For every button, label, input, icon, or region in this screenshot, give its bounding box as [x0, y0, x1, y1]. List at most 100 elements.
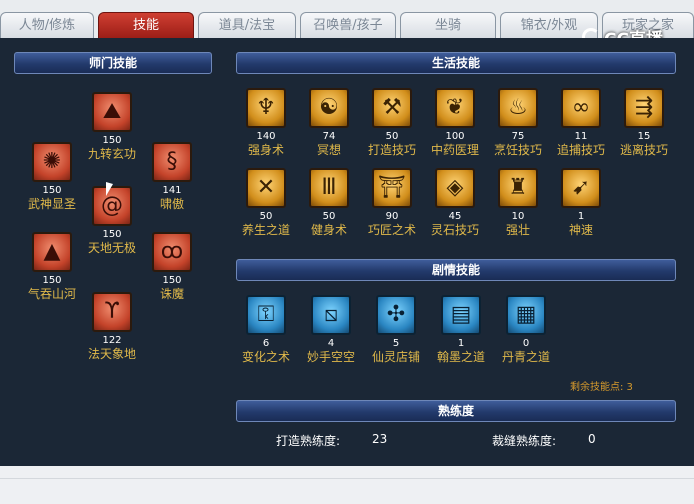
skill-name: 养生之道 [241, 223, 290, 237]
life-skill[interactable]: ⇶ 15 逃离技巧 [614, 88, 674, 158]
skill-level: 150 [102, 135, 122, 146]
pagoda-icon[interactable]: ⛰ [92, 92, 132, 132]
story-skill[interactable]: ⚿ 6 变化之术 [236, 295, 296, 365]
skill-name: 仙灵店铺 [371, 350, 420, 364]
gem-icon[interactable]: ◈ [435, 168, 475, 208]
skill-level: 50 [385, 131, 399, 142]
skill-name: 灵石技巧 [430, 223, 479, 237]
speed-icon[interactable]: ➹ [561, 168, 601, 208]
master-skill[interactable]: ϒ 122 法天象地 [82, 292, 142, 362]
tab-character[interactable]: 人物/修炼 [0, 12, 94, 38]
skill-level: 50 [322, 211, 336, 222]
skill-level: 5 [392, 338, 400, 349]
cook-icon[interactable]: ♨ [498, 88, 538, 128]
chain-icon[interactable]: ∞ [561, 88, 601, 128]
escape-icon[interactable]: ⇶ [624, 88, 664, 128]
story-skill[interactable]: ✣ 5 仙灵店铺 [366, 295, 426, 365]
tab-items[interactable]: 道具/法宝 [198, 12, 296, 38]
life-skill[interactable]: ♨ 75 烹饪技巧 [488, 88, 548, 158]
skill-name: 健身术 [310, 223, 347, 237]
skill-name: 气吞山河 [27, 287, 76, 301]
divider [0, 478, 694, 479]
skill-level: 50 [259, 211, 273, 222]
shop-icon[interactable]: ✣ [376, 295, 416, 335]
sew-proficiency-label: 裁缝熟练度: [492, 434, 557, 448]
tab-skills[interactable]: 技能 [98, 12, 194, 38]
skill-level: 15 [637, 131, 651, 142]
master-skill[interactable]: ⛰ 150 九转玄功 [82, 92, 142, 162]
totem-icon[interactable]: ϒ [92, 292, 132, 332]
skill-name: 变化之术 [241, 350, 290, 364]
skill-name: 烹饪技巧 [493, 143, 542, 157]
story-skills-header: 剧情技能 [236, 259, 676, 281]
story-skill[interactable]: ⧅ 4 妙手空空 [301, 295, 361, 365]
life-skill[interactable]: ♆ 140 强身术 [236, 88, 296, 158]
master-skill[interactable]: ꝏ 150 诛魔 [142, 232, 202, 302]
skill-level: 1 [457, 338, 465, 349]
skill-name: 妙手空空 [306, 350, 355, 364]
tab-summons[interactable]: 召唤兽/孩子 [300, 12, 396, 38]
forge-proficiency-label: 打造熟练度: [276, 434, 341, 448]
skill-name: 追捕技巧 [556, 143, 605, 157]
skill-level: 10 [511, 211, 525, 222]
skill-level: 11 [574, 131, 588, 142]
steal-icon[interactable]: ⧅ [311, 295, 351, 335]
life-skill[interactable]: ⛩ 90 巧匠之术 [362, 168, 422, 238]
meditate-icon[interactable]: ☯ [309, 88, 349, 128]
painting-icon[interactable]: ▦ [506, 295, 546, 335]
skill-level: 45 [448, 211, 462, 222]
health-icon[interactable]: ✕ [246, 168, 286, 208]
mouse-pointer-icon [106, 182, 113, 198]
forge-icon[interactable]: ⚒ [372, 88, 412, 128]
skill-name: 武神显圣 [27, 197, 76, 211]
fitness-icon[interactable]: Ⅲ [309, 168, 349, 208]
skill-level: 150 [102, 229, 122, 240]
master-skills-header: 师门技能 [14, 52, 212, 74]
mountain-icon[interactable]: ▲ [32, 232, 72, 272]
skill-level: 4 [327, 338, 335, 349]
skill-level: 1 [577, 211, 585, 222]
master-skill[interactable]: ▲ 150 气吞山河 [22, 232, 82, 302]
skill-level: 150 [162, 275, 182, 286]
skill-name: 丹青之道 [501, 350, 550, 364]
skill-name: 强壮 [505, 223, 530, 237]
life-skill[interactable]: ☯ 74 冥想 [299, 88, 359, 158]
story-skill[interactable]: ▦ 0 丹青之道 [496, 295, 556, 365]
skill-name: 打造技巧 [367, 143, 416, 157]
skill-level: 140 [256, 131, 276, 142]
skill-name: 九转玄功 [87, 147, 136, 161]
skill-level: 150 [42, 275, 62, 286]
life-skill[interactable]: ∞ 11 追捕技巧 [551, 88, 611, 158]
life-skill[interactable]: ➹ 1 神速 [551, 168, 611, 238]
master-skill[interactable]: ✺ 150 武神显圣 [22, 142, 82, 212]
skill-name: 冥想 [316, 143, 341, 157]
skill-level: 75 [511, 131, 525, 142]
master-skill[interactable]: § 141 啸傲 [142, 142, 202, 212]
skill-name: 翰墨之道 [436, 350, 485, 364]
life-skill[interactable]: ⚒ 50 打造技巧 [362, 88, 422, 158]
skill-level: 122 [102, 335, 122, 346]
life-skill[interactable]: ❦ 100 中药医理 [425, 88, 485, 158]
life-skills-header: 生活技能 [236, 52, 676, 74]
skill-level: 150 [42, 185, 62, 196]
life-skill[interactable]: ◈ 45 灵石技巧 [425, 168, 485, 238]
transform-icon[interactable]: ⚿ [246, 295, 286, 335]
skill-name: 中药医理 [430, 143, 479, 157]
life-skill[interactable]: Ⅲ 50 健身术 [299, 168, 359, 238]
sun-warrior-icon[interactable]: ✺ [32, 142, 72, 182]
life-skill[interactable]: ♜ 10 强壮 [488, 168, 548, 238]
forge-proficiency-value: 23 [372, 432, 388, 446]
tab-mounts[interactable]: 坐骑 [400, 12, 496, 38]
story-skill[interactable]: ▤ 1 翰墨之道 [431, 295, 491, 365]
craft-icon[interactable]: ⛩ [372, 168, 412, 208]
skill-level: 6 [262, 338, 270, 349]
herb-icon[interactable]: ❦ [435, 88, 475, 128]
strong-icon[interactable]: ♜ [498, 168, 538, 208]
skill-level: 141 [162, 185, 182, 196]
ink-icon[interactable]: ▤ [441, 295, 481, 335]
dragon-icon[interactable]: § [152, 142, 192, 182]
life-skill[interactable]: ✕ 50 养生之道 [236, 168, 296, 238]
footer-area [0, 466, 694, 504]
muscle-icon[interactable]: ♆ [246, 88, 286, 128]
demon-icon[interactable]: ꝏ [152, 232, 192, 272]
